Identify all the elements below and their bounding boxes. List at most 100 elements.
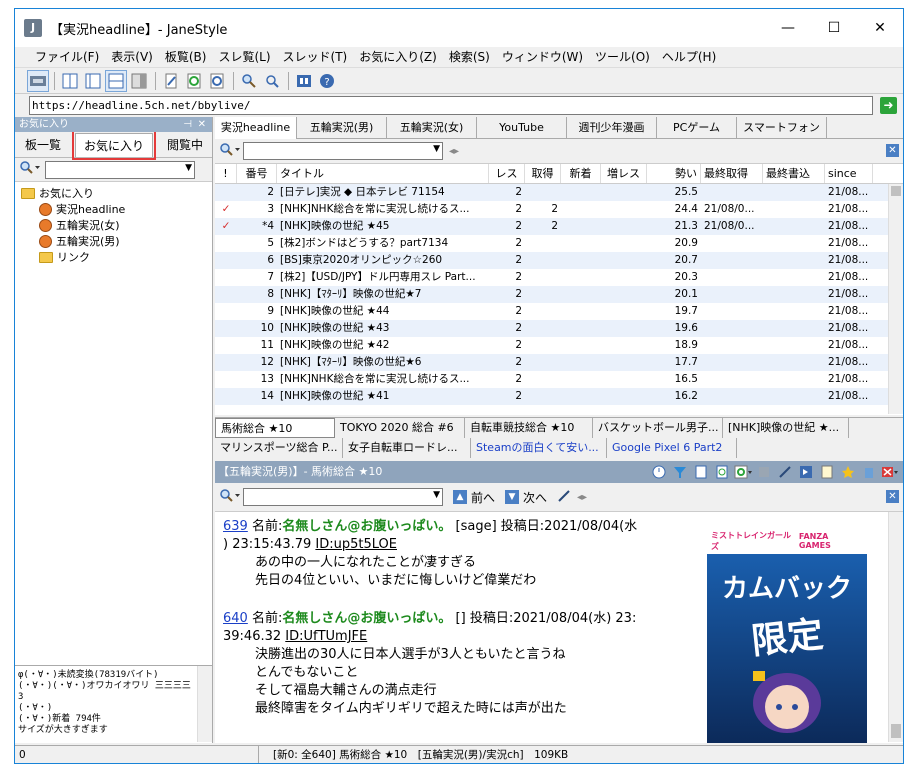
tab-smartphone[interactable]: スマートフォン [737, 117, 827, 139]
tree-item-olympic-men[interactable]: 五輪実況(男) [21, 233, 212, 249]
res-tab-tokyo2020[interactable]: TOKYO 2020 総合 #6 [335, 418, 465, 438]
res-tab-pixel[interactable]: Google Pixel 6 Part2 [607, 438, 737, 458]
thread-row[interactable]: 5 [株2]ボンドはどうする？part7134 2 20.9 21/08... [215, 235, 903, 252]
thread-row[interactable]: ✓ *4 [NHK]映像の世紀 ★45 2 2 21.3 21/08/0... 21/08..… [215, 218, 903, 235]
refresh-icon[interactable] [734, 463, 752, 481]
post-number-link[interactable]: 639 [223, 519, 248, 534]
res-tab-equestrian[interactable]: 馬術総合 ★10 [215, 418, 335, 438]
thread-row[interactable]: 12 [NHK]【ﾏﾀｰﾘ】映像の世紀★6 2 17.7 21/08... [215, 354, 903, 371]
layout-2-icon[interactable] [82, 70, 104, 92]
col-title[interactable]: タイトル [277, 164, 489, 183]
res-tab-cycling[interactable]: 自転車競技総合 ★10 [465, 418, 593, 438]
thread-row[interactable]: 13 [NHK]NHK総合を常に実況し続けるス... 2 16.5 21/08... [215, 371, 903, 388]
col-number[interactable]: 番号 [237, 164, 277, 183]
thread-row[interactable]: 10 [NHK]映像の世紀 ★43 2 19.6 21/08... [215, 320, 903, 337]
search-icon[interactable] [238, 70, 260, 92]
search-icon[interactable] [19, 160, 41, 179]
tab-olympic-women[interactable]: 五輪実況(女) [387, 117, 477, 139]
layout-3-icon[interactable] [105, 70, 127, 92]
layout-1-icon[interactable] [59, 70, 81, 92]
menu-search[interactable]: 検索(S) [443, 47, 496, 67]
viewer-scrollbar[interactable] [888, 512, 903, 742]
thread-row[interactable]: 11 [NHK]映像の世紀 ★42 2 18.9 21/08... [215, 337, 903, 354]
res-tab-steam[interactable]: Steamの面白くて安い... [471, 438, 607, 458]
log-scrollbar[interactable] [197, 666, 212, 742]
advertisement-banner[interactable]: ミストトレインガールズ FANZA GAMES カムバック 限定 [707, 528, 867, 743]
close-thread-icon[interactable] [881, 463, 899, 481]
reload-page-icon[interactable] [713, 463, 731, 481]
highlight-pen-icon[interactable] [557, 489, 571, 506]
next-button[interactable]: ▼ 次へ [505, 489, 547, 506]
tree-item-jikkyo-headline[interactable]: 実況headline [21, 201, 212, 217]
trash-icon[interactable] [860, 463, 878, 481]
post-id-link[interactable]: ID:up5t5LOE [315, 537, 397, 552]
col-last-post[interactable]: 最終書込 [763, 164, 825, 183]
menu-view[interactable]: 表示(V) [105, 47, 159, 67]
menu-thread[interactable]: スレッド(T) [277, 47, 354, 67]
pen-icon[interactable] [776, 463, 794, 481]
res-tab-women-road[interactable]: 女子自転車ロードレ... [343, 438, 471, 458]
thread-row[interactable]: 6 [BS]東京2020オリンピック☆260 2 20.7 21/08... [215, 252, 903, 269]
tab-browsing[interactable]: 閲覧中 [159, 133, 211, 157]
pin-icon[interactable]: ⊣ [183, 117, 192, 132]
col-mark[interactable]: ! [215, 164, 237, 183]
tab-board-list[interactable]: 板一覧 [17, 133, 69, 157]
prev-button[interactable]: ▲ 前へ [453, 489, 495, 506]
tree-folder-links[interactable]: リンク [21, 249, 212, 265]
panel-close-icon[interactable]: ✕ [198, 117, 206, 132]
thread-list-scrollbar[interactable] [888, 184, 903, 414]
thread-row[interactable]: ✓ 3 [NHK]NHK総合を常に実況し続けるス... 2 2 24.4 21/08/0..… [215, 201, 903, 218]
close-viewer-search-icon[interactable]: ✕ [886, 490, 899, 503]
tab-pc-game[interactable]: PCゲーム [657, 117, 737, 139]
thread-row[interactable]: 7 [株2]【USD/JPY】ドル円専用スレ Part... 2 20.3 21/08.… [215, 269, 903, 286]
tab-youtube[interactable]: YouTube [477, 117, 567, 139]
help-icon[interactable]: ? [316, 70, 338, 92]
page-icon[interactable] [692, 463, 710, 481]
tab-favorites[interactable]: お気に入り [72, 130, 157, 160]
close-button[interactable]: ✕ [857, 9, 903, 47]
panel-search-input[interactable]: ▼ [45, 160, 195, 179]
res-tab-basketball[interactable]: バスケットボール男子... [593, 418, 723, 438]
network-icon[interactable] [27, 70, 49, 92]
res-tab-nhk[interactable]: [NHK]映像の世紀 ★... [723, 418, 849, 438]
go-button[interactable]: ➜ [880, 97, 897, 114]
col-increase[interactable]: 増レス [601, 164, 647, 183]
star-icon[interactable] [839, 463, 857, 481]
thread-row[interactable]: 14 [NHK]映像の世紀 ★41 2 16.2 21/08... [215, 388, 903, 405]
options-icon[interactable] [293, 70, 315, 92]
tab-jikkyo-headline[interactable]: 実況headline [215, 117, 297, 139]
write-icon[interactable] [160, 70, 182, 92]
menu-tools[interactable]: ツール(O) [589, 47, 656, 67]
tree-item-olympic-women[interactable]: 五輪実況(女) [21, 217, 212, 233]
search-icon[interactable] [219, 488, 241, 507]
menu-favorites[interactable]: お気に入り(Z) [353, 47, 443, 67]
col-ikioi[interactable]: 勢い [647, 164, 701, 183]
menu-file[interactable]: ファイル(F) [29, 47, 105, 67]
menu-board-list[interactable]: 板覧(B) [159, 47, 213, 67]
col-last-get[interactable]: 最終取得 [701, 164, 763, 183]
reload-all-icon[interactable] [206, 70, 228, 92]
thread-row[interactable]: 9 [NHK]映像の世紀 ★44 2 19.7 21/08... [215, 303, 903, 320]
search-icon[interactable] [219, 142, 241, 161]
thread-row[interactable]: 2 [日テレ]実況 ◆ 日本テレビ 71154 2 25.5 21/08... [215, 184, 903, 201]
viewer-search-input[interactable]: ▼ [243, 488, 443, 506]
url-input[interactable]: https://headline.5ch.net/bbylive/ [29, 96, 873, 115]
thread-row[interactable]: 8 [NHK]【ﾏﾀｰﾘ】映像の世紀★7 2 20.1 21/08... [215, 286, 903, 303]
search-nav-icon[interactable]: ◂▸ [449, 146, 459, 157]
close-search-icon[interactable]: ✕ [886, 144, 899, 157]
menu-window[interactable]: ウィンドウ(W) [496, 47, 589, 67]
thread-search-input[interactable]: ▼ [243, 142, 443, 160]
menu-help[interactable]: ヘルプ(H) [656, 47, 722, 67]
search-nav-icon[interactable]: ◂▸ [577, 492, 587, 503]
tab-olympic-men[interactable]: 五輪実況(男) [297, 117, 387, 139]
reload-icon[interactable] [183, 70, 205, 92]
maximize-button[interactable]: ☐ [811, 9, 857, 47]
res-tab-marine[interactable]: マリンスポーツ総合 P... [215, 438, 343, 458]
post-number-link[interactable]: 640 [223, 611, 248, 626]
filter-icon[interactable] [671, 463, 689, 481]
memo-icon[interactable] [818, 463, 836, 481]
col-got[interactable]: 取得 [525, 164, 561, 183]
tab-weekly-manga[interactable]: 週刊少年漫画 [567, 117, 657, 139]
stop-icon[interactable] [755, 463, 773, 481]
find-icon[interactable] [261, 70, 283, 92]
